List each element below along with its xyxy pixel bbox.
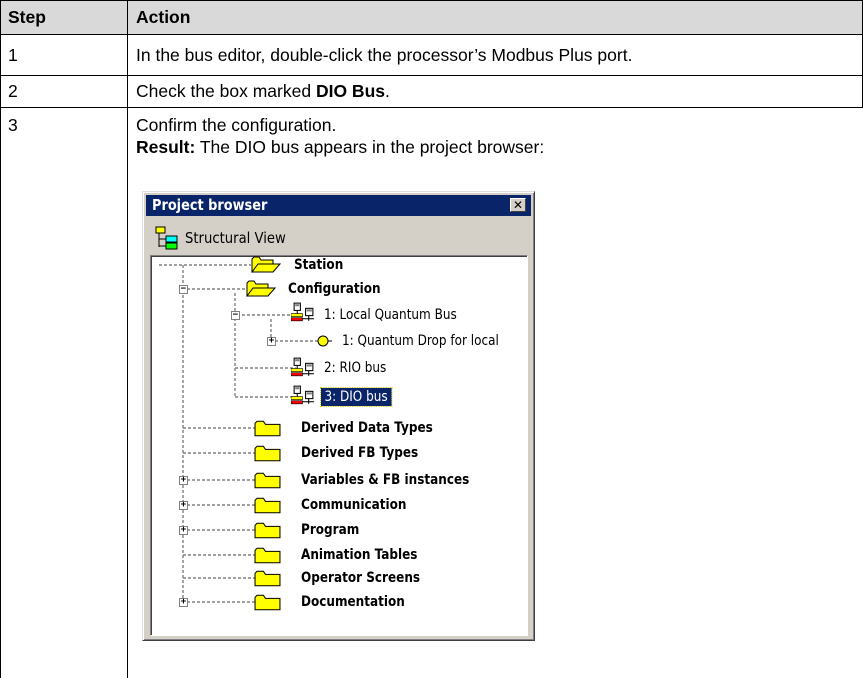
tree-item-program[interactable]: Program <box>301 521 359 539</box>
table-row-divider <box>0 107 863 108</box>
table-header-row <box>0 0 863 34</box>
folder-icon <box>254 420 281 437</box>
result-text: The DIO bus appears in the project brows… <box>195 137 545 157</box>
project-tree[interactable]: − − + + + + + Station Configuration 1: L… <box>150 255 528 636</box>
tree-item-rio-bus[interactable]: 2: RIO bus <box>324 359 386 377</box>
open-folder-icon <box>251 256 281 273</box>
tree-item-station[interactable]: Station <box>294 256 343 274</box>
header-step: Step <box>8 7 46 27</box>
folder-icon <box>254 594 281 611</box>
step-number: 2 <box>8 81 18 101</box>
structural-view-label: Structural View <box>185 229 286 247</box>
folder-icon <box>254 547 281 564</box>
tree-item-derived-data-types[interactable]: Derived Data Types <box>301 419 433 437</box>
collapse-icon[interactable]: − <box>179 285 188 294</box>
tree-item-variables[interactable]: Variables & FB instances <box>301 471 469 489</box>
folder-icon <box>254 445 281 462</box>
expand-icon[interactable]: + <box>179 476 188 485</box>
bus-icon <box>291 302 315 322</box>
tree-item-documentation[interactable]: Documentation <box>301 593 405 611</box>
table-row-divider <box>0 34 863 35</box>
action-text-end: . <box>385 81 390 101</box>
window-title: Project browser <box>152 196 268 214</box>
result-label: Result: <box>136 137 196 157</box>
tree-item-configuration[interactable]: Configuration <box>288 280 381 298</box>
drop-icon <box>317 335 329 347</box>
table-column-divider <box>127 0 128 678</box>
tree-item-dio-bus[interactable]: 3: DIO bus <box>320 387 392 407</box>
expand-icon[interactable]: + <box>179 526 188 535</box>
tree-item-communication[interactable]: Communication <box>301 496 406 514</box>
tree-item-drop[interactable]: 1: Quantum Drop for local <box>342 332 499 350</box>
header-action: Action <box>136 7 191 27</box>
close-icon: ✕ <box>512 198 524 212</box>
open-folder-icon <box>246 280 276 297</box>
close-button[interactable]: ✕ <box>510 198 526 212</box>
step-action: Confirm the configuration. <box>136 115 337 135</box>
tree-item-animation-tables[interactable]: Animation Tables <box>301 546 417 564</box>
step-number: 1 <box>8 45 18 65</box>
step-result: Result: The DIO bus appears in the proje… <box>136 136 544 158</box>
folder-icon <box>254 497 281 514</box>
dio-bus-term: DIO Bus <box>315 81 385 101</box>
folder-icon <box>254 522 281 539</box>
tree-item-operator-screens[interactable]: Operator Screens <box>301 569 420 587</box>
step-action: In the bus editor, double-click the proc… <box>136 45 633 65</box>
table-border-left <box>0 0 1 678</box>
table-row-divider <box>0 75 863 76</box>
bus-icon <box>291 357 315 377</box>
title-bar[interactable]: Project browser ✕ <box>146 195 531 216</box>
step-action: Check the box marked DIO Bus. <box>136 80 390 102</box>
folder-icon <box>254 472 281 489</box>
bus-icon <box>291 385 315 405</box>
expand-icon[interactable]: + <box>179 598 188 607</box>
structural-view-icon <box>155 226 178 250</box>
tree-item-local-bus[interactable]: 1: Local Quantum Bus <box>324 306 457 324</box>
collapse-icon[interactable]: − <box>231 311 240 320</box>
step-number: 3 <box>8 115 18 135</box>
folder-icon <box>254 570 281 587</box>
action-text: Check the box marked <box>136 81 316 101</box>
project-browser-window: Project browser ✕ Structural View − − + … <box>142 191 535 641</box>
table-border-top <box>0 0 863 1</box>
expand-icon[interactable]: + <box>267 337 276 346</box>
expand-icon[interactable]: + <box>179 501 188 510</box>
tree-item-derived-fb-types[interactable]: Derived FB Types <box>301 444 418 462</box>
